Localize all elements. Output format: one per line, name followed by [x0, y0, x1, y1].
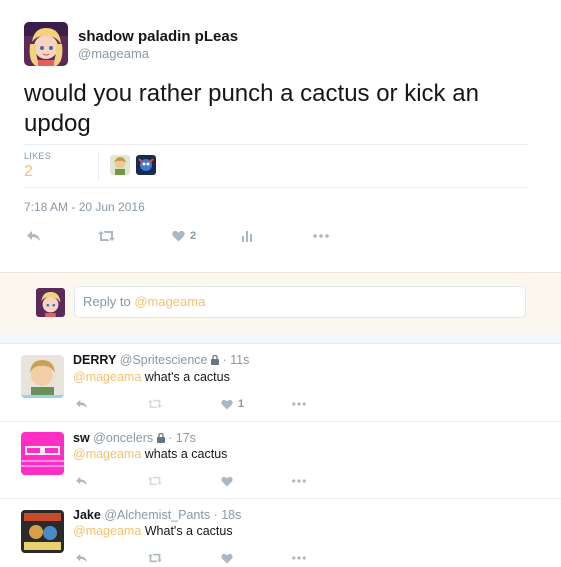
reply-tweet[interactable]: Jake @Alchemist_Pants · 18s @mageama Wha…: [0, 499, 561, 567]
reply-time[interactable]: · 11s: [222, 353, 249, 367]
reply-prefix: Reply to: [83, 294, 135, 309]
reply-text: @mageama what's a cactus: [73, 370, 230, 384]
like-button[interactable]: [221, 550, 233, 566]
retweet-button[interactable]: [148, 550, 162, 566]
reply-author-avatar[interactable]: [21, 432, 64, 475]
retweet-icon: [148, 399, 162, 409]
like-button[interactable]: [221, 473, 233, 489]
reply-header: DERRY @Spritescience · 11s: [73, 353, 249, 367]
lock-icon: [156, 433, 165, 443]
reply-time[interactable]: · 17s: [168, 431, 196, 445]
reply-icon: [76, 553, 87, 563]
more-button[interactable]: [292, 396, 306, 412]
reply-mention[interactable]: @mageama: [73, 370, 141, 384]
reply-icon: [76, 399, 87, 409]
retweet-icon: [148, 553, 162, 563]
reply-author-name[interactable]: sw: [73, 431, 90, 445]
reply-icon: [76, 476, 87, 486]
reply-author-handle[interactable]: @Alchemist_Pants: [104, 508, 210, 522]
analytics-icon: [242, 230, 252, 242]
reply-author-name[interactable]: DERRY: [73, 353, 116, 367]
heart-icon: [221, 553, 233, 564]
retweet-button[interactable]: [148, 473, 162, 489]
reply-author-avatar[interactable]: [21, 355, 64, 398]
current-user-avatar: [36, 288, 65, 317]
more-button[interactable]: [313, 226, 329, 246]
reply-author-handle[interactable]: @Spritescience: [120, 353, 208, 367]
reply-author-avatar[interactable]: [21, 510, 64, 553]
retweet-icon: [98, 231, 115, 241]
tweet-stats: LIKES 2: [24, 144, 528, 188]
reply-button[interactable]: [26, 226, 41, 246]
author-avatar[interactable]: [24, 22, 68, 66]
reply-icon: [27, 231, 40, 241]
reply-author-name[interactable]: Jake: [73, 508, 101, 522]
reply-text: @mageama What's a cactus: [73, 524, 233, 538]
reply-mention[interactable]: @mageama: [73, 447, 141, 461]
reply-button[interactable]: [75, 473, 88, 489]
heart-icon: [172, 230, 185, 242]
tweet-text: would you rather punch a cactus or kick …: [24, 80, 479, 137]
reply-mention: @mageama: [134, 294, 206, 309]
liker-avatar[interactable]: [136, 155, 156, 175]
reply-input[interactable]: Reply to @mageama: [74, 286, 526, 318]
reply-text: @mageama whats a cactus: [73, 447, 227, 461]
section-divider: [0, 333, 561, 344]
reply-mention[interactable]: @mageama: [73, 524, 141, 538]
reply-time[interactable]: · 18s: [214, 508, 242, 522]
reply-author-handle[interactable]: @oncelers: [93, 431, 153, 445]
like-button[interactable]: 2: [172, 226, 196, 246]
heart-icon: [221, 476, 233, 487]
analytics-button[interactable]: [242, 226, 252, 246]
tweet-header: shadow paladin pLeas @mageama: [24, 22, 238, 66]
more-dots-icon: [292, 479, 306, 483]
reply-button[interactable]: [75, 396, 88, 412]
author-display-name[interactable]: shadow paladin pLeas: [78, 28, 238, 46]
retweet-button[interactable]: [98, 226, 115, 246]
reply-compose: Reply to @mageama: [0, 272, 561, 334]
liker-avatar[interactable]: [110, 155, 130, 175]
more-dots-icon: [292, 402, 306, 406]
more-dots-icon: [292, 556, 306, 560]
tweet-timestamp[interactable]: 7:18 AM - 20 Jun 2016: [24, 200, 145, 214]
reply-header: Jake @Alchemist_Pants · 18s: [73, 508, 241, 522]
heart-icon: [221, 399, 233, 410]
reply-body: what's a cactus: [141, 370, 230, 384]
reply-body: What's a cactus: [141, 524, 233, 538]
like-count: 2: [190, 230, 197, 242]
stats-divider: [98, 153, 99, 181]
reply-tweet[interactable]: DERRY @Spritescience · 11s @mageama what…: [0, 344, 561, 422]
like-count: 1: [238, 398, 245, 410]
reply-button[interactable]: [75, 550, 88, 566]
reply-body: whats a cactus: [141, 447, 228, 461]
lock-icon: [211, 355, 219, 365]
more-button[interactable]: [292, 550, 306, 566]
more-dots-icon: [313, 234, 329, 238]
reply-header: sw @oncelers · 17s: [73, 431, 196, 445]
retweet-button[interactable]: [148, 396, 162, 412]
likes-label[interactable]: LIKES: [24, 151, 51, 161]
more-button[interactable]: [292, 473, 306, 489]
likes-count[interactable]: 2: [24, 163, 33, 181]
like-button[interactable]: 1: [221, 396, 244, 412]
author-handle[interactable]: @mageama: [78, 46, 238, 62]
retweet-icon: [148, 476, 162, 486]
reply-tweet[interactable]: sw @oncelers · 17s @mageama whats a cact…: [0, 422, 561, 499]
